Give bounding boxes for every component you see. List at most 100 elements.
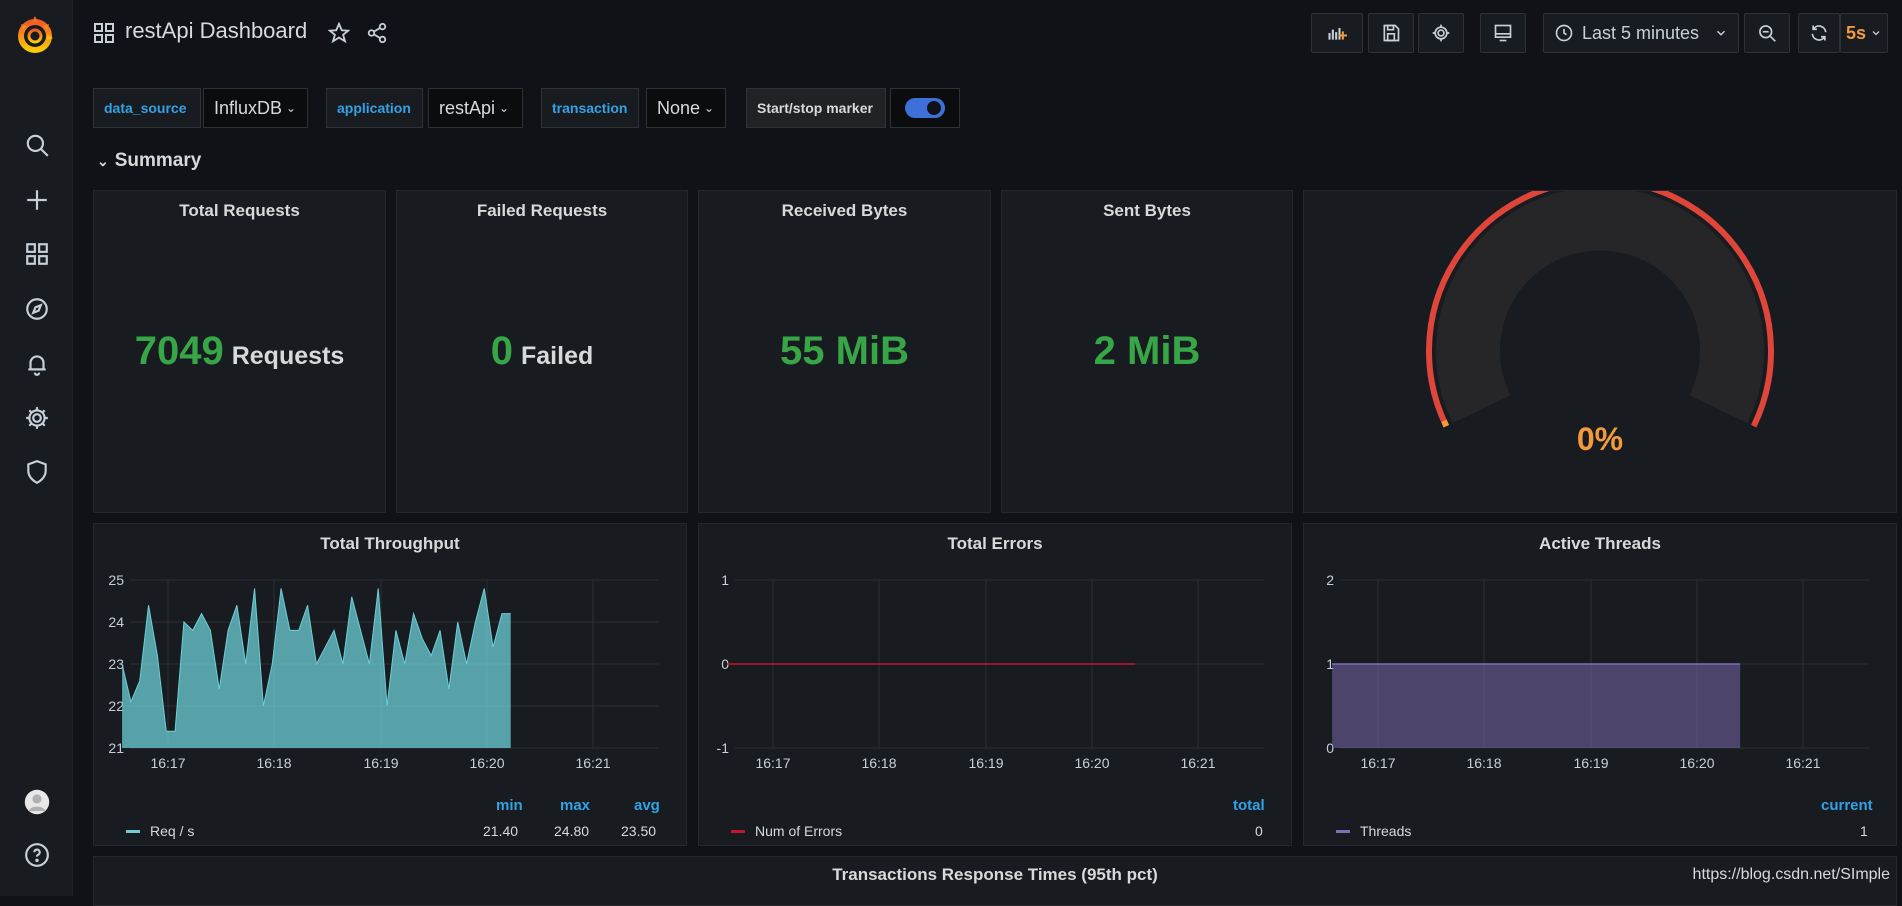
legend-header-max: max xyxy=(560,797,591,814)
alerting-bell-icon[interactable] xyxy=(20,347,54,381)
stat-value: 7049 xyxy=(134,329,224,373)
panel-active-threads[interactable]: Active Threads 0 1 2 16:17 16:18 16:19 16:20 16… xyxy=(1303,523,1897,846)
var-select-transaction[interactable]: None ⌄ xyxy=(646,88,726,128)
x-tick-label: 16:20 xyxy=(1074,755,1109,771)
y-tick-label: 23 xyxy=(108,656,124,672)
gauge xyxy=(1426,191,1774,428)
legend-swatch xyxy=(126,829,140,833)
legend-swatch xyxy=(1336,829,1350,833)
zoom-out-button[interactable] xyxy=(1744,13,1790,53)
var-value-transaction: None xyxy=(657,97,701,118)
legend-series[interactable]: Req / s xyxy=(126,823,194,839)
panel-total-throughput[interactable]: Total Throughput 21 22 23 24 25 16:17 16:18 16:… xyxy=(93,523,687,846)
panel-total-errors[interactable]: Total Errors -1 0 1 16:17 16:18 16:19 16:20 16:… xyxy=(698,523,1292,846)
explore-compass-icon[interactable] xyxy=(20,292,54,326)
legend-avg-value: 23.50 xyxy=(621,823,657,839)
sidebar xyxy=(0,0,73,896)
legend: min max avg Req / s 21.40 24.80 23.50 xyxy=(94,785,686,845)
chevron-down-icon: ⌄ xyxy=(97,152,109,169)
help-icon[interactable] xyxy=(20,838,54,872)
star-icon[interactable] xyxy=(328,22,350,44)
var-value-application: restApi xyxy=(439,97,496,118)
panel-error-rate[interactable]: Error Rate % 0% xyxy=(1303,190,1897,513)
legend-header-avg: avg xyxy=(634,797,660,814)
stat-display: 55 MiB xyxy=(699,191,990,512)
var-select-application[interactable]: restApi ⌄ xyxy=(428,88,523,128)
add-panel-icon xyxy=(1328,28,1347,40)
legend-header-total: total xyxy=(1233,797,1265,814)
legend-current-value: 1 xyxy=(1860,823,1868,839)
plus-icon[interactable] xyxy=(20,183,54,217)
monitor-icon xyxy=(1494,24,1512,42)
watermark: https://blog.csdn.net/SImple xyxy=(1692,866,1890,883)
legend: current Threads 1 xyxy=(1304,785,1896,845)
stat-display: 0 Failed xyxy=(397,191,687,512)
y-tick-label: 2 xyxy=(1326,572,1334,588)
dashboard-grid-icon xyxy=(94,23,114,43)
time-range-label: Last 5 minutes xyxy=(1582,22,1700,43)
cycle-view-mode-button[interactable] xyxy=(1480,13,1526,53)
stat-display: 2 MiB xyxy=(1002,191,1292,512)
legend: total Num of Errors 0 xyxy=(699,785,1291,845)
row-summary[interactable]: ⌄ Summary xyxy=(97,150,201,172)
x-tick-label: 16:17 xyxy=(150,755,185,771)
panel-transactions-response-times[interactable]: Transactions Response Times (95th pct) xyxy=(93,856,1897,906)
chevron-down-icon: ⌄ xyxy=(499,101,510,115)
marker-toggle[interactable] xyxy=(905,98,945,118)
legend-series[interactable]: Threads xyxy=(1336,823,1411,839)
panel-total-requests[interactable]: Total Requests 7049 Requests xyxy=(93,190,386,513)
configuration-gear-icon[interactable] xyxy=(20,401,54,435)
var-select-data-source[interactable]: InfluxDB ⌄ xyxy=(203,88,308,128)
var-label-transaction: transaction xyxy=(541,88,639,128)
y-tick-label: 22 xyxy=(108,698,124,714)
server-admin-shield-icon[interactable] xyxy=(20,455,54,489)
refresh-button[interactable] xyxy=(1798,13,1840,53)
legend-header-min: min xyxy=(496,797,523,814)
legend-series-name: Req / s xyxy=(150,823,195,839)
x-tick-label: 16:20 xyxy=(1679,755,1714,771)
legend-series-name: Threads xyxy=(1360,823,1412,839)
stat-value: 55 MiB xyxy=(780,329,909,373)
panel-failed-requests[interactable]: Failed Requests 0 Failed xyxy=(396,190,688,513)
legend-min-value: 21.40 xyxy=(483,823,519,839)
y-tick-label: 1 xyxy=(721,572,729,588)
refresh-interval-picker[interactable]: 5s xyxy=(1840,13,1888,53)
dashboard-title[interactable]: restApi Dashboard xyxy=(125,18,307,44)
row-title: Summary xyxy=(114,150,202,171)
legend-series-name: Num of Errors xyxy=(755,823,843,839)
x-tick-label: 16:21 xyxy=(1785,755,1820,771)
dashboards-icon[interactable] xyxy=(20,237,54,271)
save-icon xyxy=(1383,24,1400,42)
stat-unit: Requests xyxy=(231,342,345,370)
var-value-data-source: InfluxDB xyxy=(214,97,283,118)
x-tick-label: 16:19 xyxy=(363,755,398,771)
stat-display: 7049 Requests xyxy=(94,191,385,512)
grafana-logo[interactable] xyxy=(13,12,57,56)
panel-sent-bytes[interactable]: Sent Bytes 2 MiB xyxy=(1001,190,1293,513)
x-tick-label: 16:17 xyxy=(755,755,790,771)
x-tick-label: 16:18 xyxy=(861,755,896,771)
dashboard-settings-button[interactable] xyxy=(1418,13,1464,53)
x-tick-label: 16:21 xyxy=(575,755,610,771)
panel-received-bytes[interactable]: Received Bytes 55 MiB xyxy=(698,190,991,513)
save-dashboard-button[interactable] xyxy=(1368,13,1414,53)
panel-title: Transactions Response Times (95th pct) xyxy=(832,865,1158,884)
user-avatar[interactable] xyxy=(20,785,54,819)
share-icon[interactable] xyxy=(366,22,388,44)
stat-value: 2 MiB xyxy=(1093,329,1201,373)
stat-unit: Failed xyxy=(521,342,594,370)
x-tick-label: 16:19 xyxy=(968,755,1003,771)
x-tick-label: 16:20 xyxy=(469,755,504,771)
legend-swatch xyxy=(731,829,745,833)
search-icon[interactable] xyxy=(20,128,54,162)
var-label-data-source: data_source xyxy=(93,88,201,128)
marker-label: Start/stop marker xyxy=(746,88,886,128)
legend-max-value: 24.80 xyxy=(554,823,590,839)
marker-toggle-wrap xyxy=(890,88,960,128)
add-panel-button[interactable] xyxy=(1311,13,1363,53)
chevron-down-icon: ⌄ xyxy=(286,101,297,115)
x-tick-label: 16:21 xyxy=(1180,755,1215,771)
refresh-interval-label: 5s xyxy=(1845,22,1867,43)
time-range-picker[interactable]: Last 5 minutes xyxy=(1543,13,1739,53)
legend-series[interactable]: Num of Errors xyxy=(731,823,842,839)
